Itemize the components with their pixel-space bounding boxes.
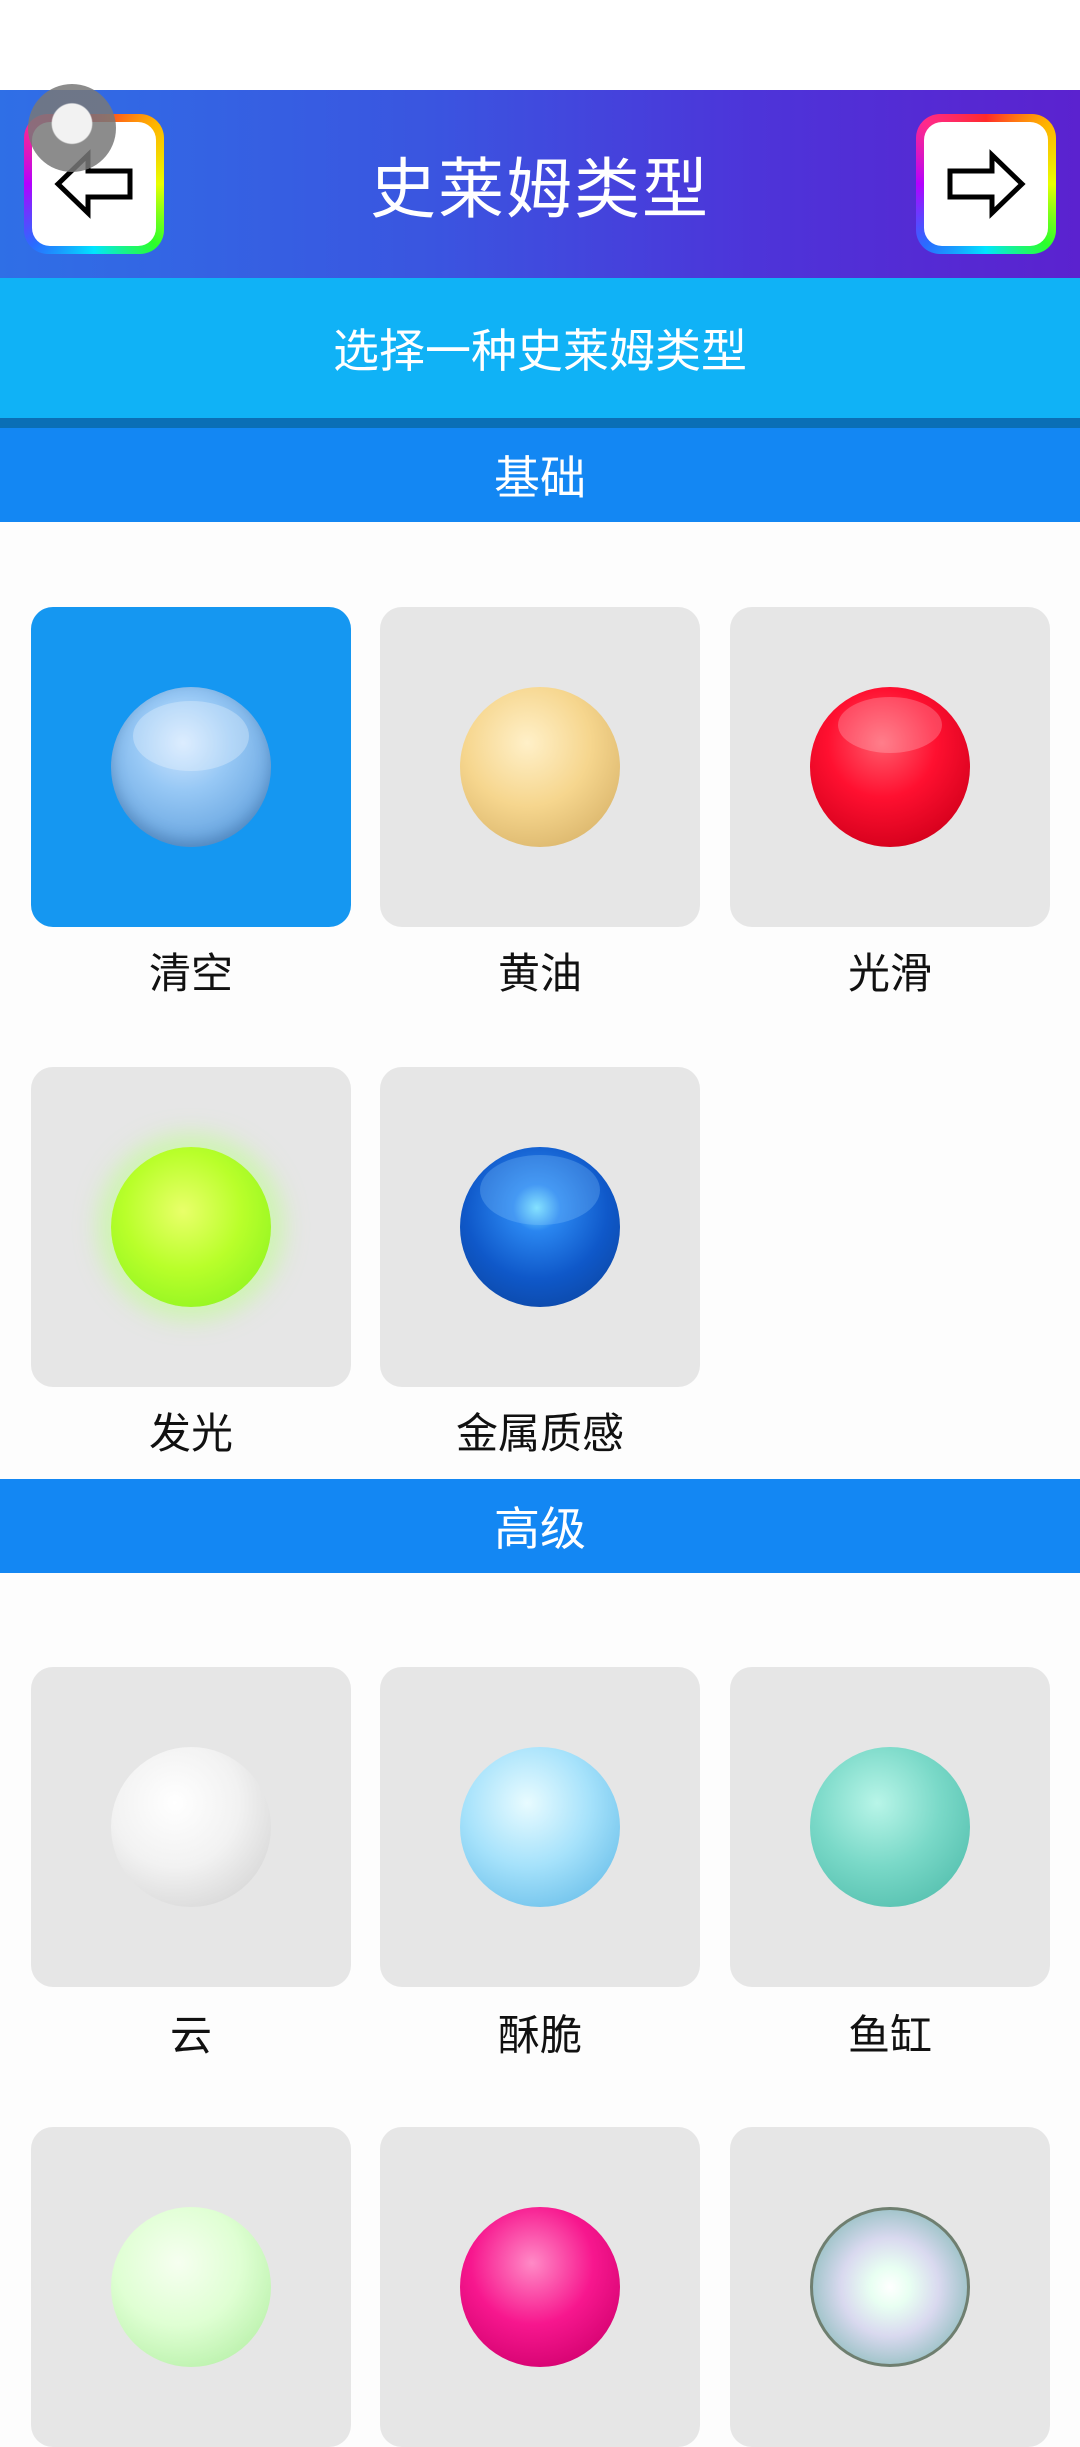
slime-option-label: 金属质感 (455, 1409, 624, 1458)
slime-option-label: 云 (169, 2011, 212, 2060)
slime-option-label: 清空 (148, 949, 233, 998)
header-bar: 史莱姆类型 (0, 90, 1080, 278)
slime-preview-ball (460, 687, 620, 847)
slime-option-butter[interactable] (380, 607, 700, 927)
slime-preview-ball (111, 1747, 271, 1907)
section-header-basic: 基础 (0, 428, 1080, 522)
section-header-advanced: 高级 (0, 1479, 1080, 1573)
slime-option-mint[interactable] (31, 2127, 351, 2447)
slime-option-cloud[interactable] (31, 1667, 351, 1987)
slime-option-smooth[interactable] (730, 607, 1050, 927)
instruction-banner: 选择一种史莱姆类型 (0, 278, 1080, 418)
slime-option-label: 光滑 (847, 949, 932, 998)
slime-preview-ball (111, 1147, 271, 1307)
slime-preview-ball (460, 1747, 620, 1907)
slime-option-pink[interactable] (380, 2127, 700, 2447)
slime-preview-ball (810, 687, 970, 847)
slime-preview-ball (460, 1147, 620, 1307)
slime-preview-ball (111, 687, 271, 847)
slime-option-label: 酥脆 (497, 2011, 582, 2060)
slime-option-holographic[interactable] (730, 2127, 1050, 2447)
slime-preview-ball (460, 2207, 620, 2367)
touch-indicator (28, 84, 116, 172)
slime-option-label: 黄油 (497, 949, 582, 998)
slime-option-fishbowl[interactable] (730, 1667, 1050, 1987)
arrow-right-icon (947, 149, 1026, 219)
slime-option-metallic[interactable] (380, 1067, 700, 1387)
slime-option-crispy[interactable] (380, 1667, 700, 1987)
slime-option-glow[interactable] (31, 1067, 351, 1387)
slime-preview-ball (111, 2207, 271, 2367)
slime-option-clear[interactable] (31, 607, 351, 927)
next-button[interactable] (916, 114, 1056, 254)
slime-preview-ball (810, 2207, 970, 2367)
slime-option-label: 鱼缸 (847, 2011, 932, 2060)
status-bar (0, 0, 1080, 90)
slime-preview-ball (810, 1747, 970, 1907)
banner-divider (0, 418, 1080, 428)
slime-option-label: 发光 (148, 1409, 233, 1458)
